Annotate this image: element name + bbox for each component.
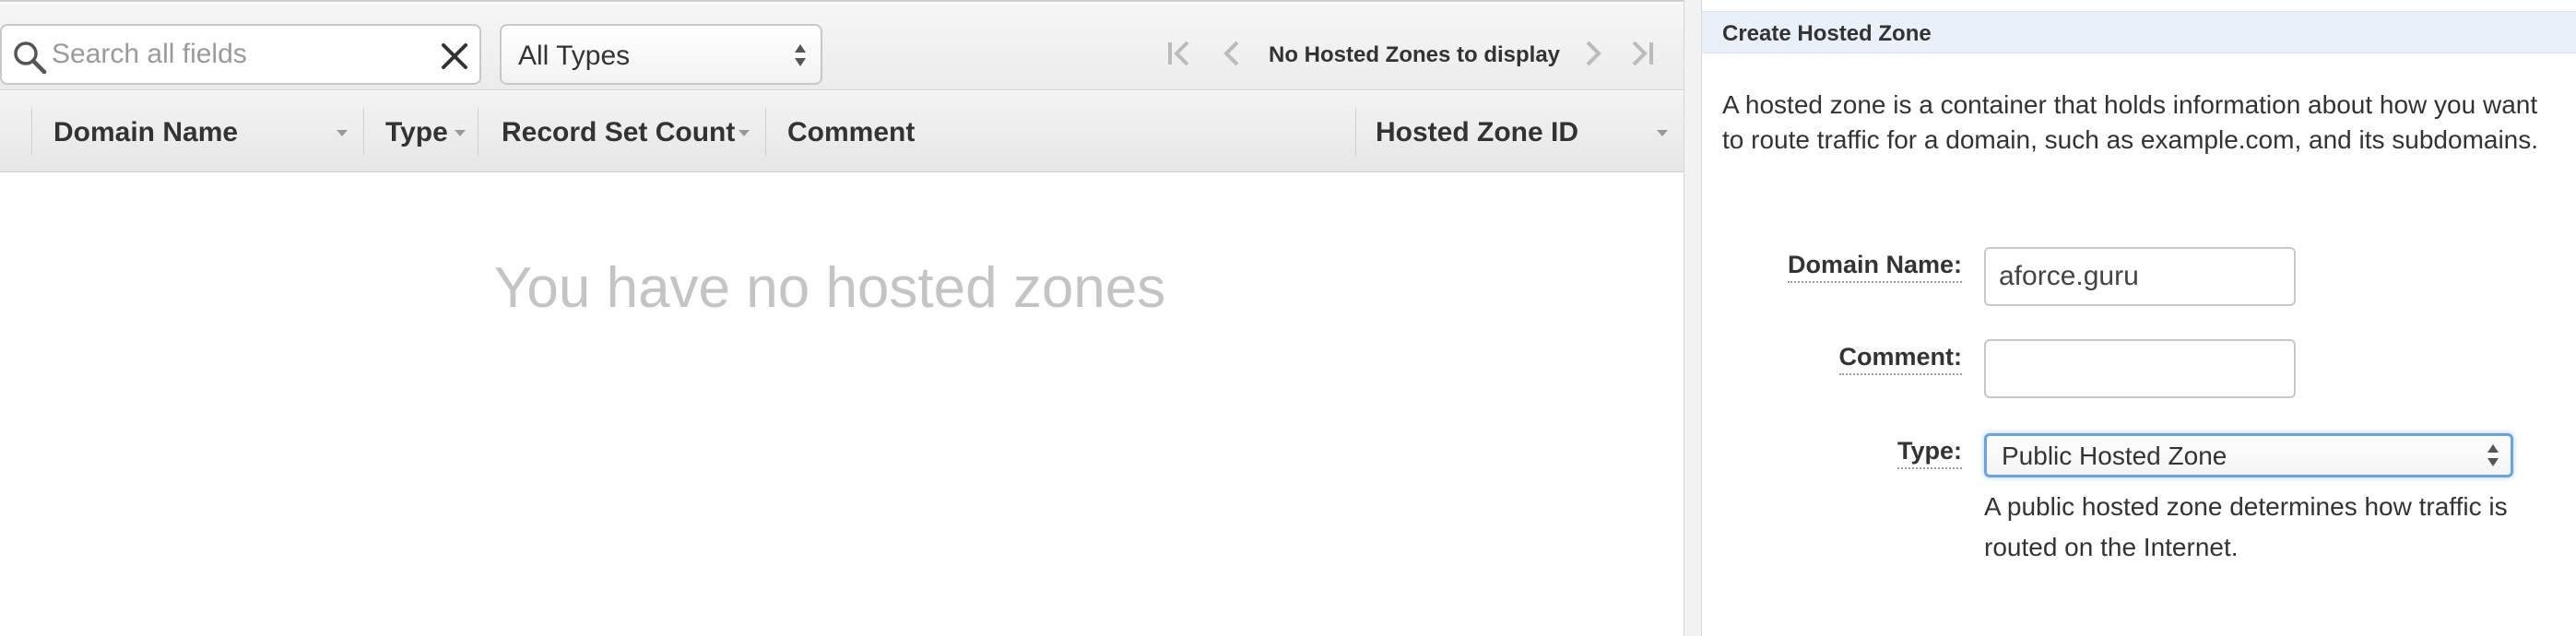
first-page-icon[interactable] [1164, 37, 1197, 70]
search-icon [14, 41, 47, 75]
pager-status: No Hosted Zones to display [1269, 42, 1561, 67]
create-hosted-zone-panel: Create Hosted Zone A hosted zone is a co… [1702, 0, 2576, 636]
domain-name-label: Domain Name: [1787, 251, 1962, 283]
table-header-row: Domain Name Type Record Set Count Commen… [0, 91, 1684, 172]
panel-description: A hosted zone is a container that holds … [1722, 90, 2539, 154]
column-header-label: Domain Name [53, 117, 239, 147]
comment-input[interactable] [1984, 339, 2296, 398]
sort-caret-icon [455, 130, 466, 136]
column-header-type[interactable]: Type [363, 91, 478, 172]
zone-type-help-text: A public hosted zone determines how traf… [1984, 492, 2508, 561]
zone-type-value: Public Hosted Zone [2002, 442, 2227, 470]
panel-header: Create Hosted Zone [1702, 11, 2576, 53]
last-page-icon[interactable] [1625, 37, 1658, 70]
type-filter-value: All Types [518, 41, 631, 71]
clear-search-icon[interactable] [437, 39, 472, 74]
column-header-hosted-zone-id[interactable]: Hosted Zone ID [1355, 91, 1684, 172]
search-box[interactable] [0, 24, 481, 85]
search-input[interactable] [52, 35, 420, 74]
sort-caret-icon [739, 130, 750, 136]
panel-divider[interactable] [1684, 0, 1702, 636]
select-arrows-icon [2487, 444, 2499, 466]
column-header-domain-name[interactable]: Domain Name [31, 91, 363, 172]
column-header-label: Type [385, 117, 448, 147]
panel-title: Create Hosted Zone [1722, 21, 1932, 46]
column-header-record-set-count[interactable]: Record Set Count [478, 91, 765, 172]
column-header-label: Record Set Count [502, 117, 736, 147]
hosted-zones-list-panel: All Types No Hosted Zones to display [0, 0, 1684, 636]
previous-page-icon[interactable] [1215, 37, 1248, 70]
list-toolbar: All Types No Hosted Zones to display [0, 4, 1684, 90]
type-filter-select[interactable]: All Types [500, 24, 822, 85]
select-arrows-icon [795, 44, 806, 66]
domain-name-input[interactable] [1984, 247, 2296, 306]
column-header-label: Comment [787, 117, 916, 147]
empty-table-message: You have no hosted zones [493, 256, 1166, 320]
sort-caret-icon [1657, 130, 1668, 136]
comment-label: Comment: [1838, 343, 1962, 375]
zone-type-select[interactable]: Public Hosted Zone [1984, 433, 2513, 477]
sort-caret-icon [337, 130, 348, 136]
pagination: No Hosted Zones to display [1164, 31, 1680, 77]
next-page-icon[interactable] [1577, 37, 1610, 70]
column-header-label: Hosted Zone ID [1376, 117, 1579, 147]
type-label: Type: [1897, 437, 1962, 469]
column-header-comment[interactable]: Comment [765, 91, 1355, 172]
